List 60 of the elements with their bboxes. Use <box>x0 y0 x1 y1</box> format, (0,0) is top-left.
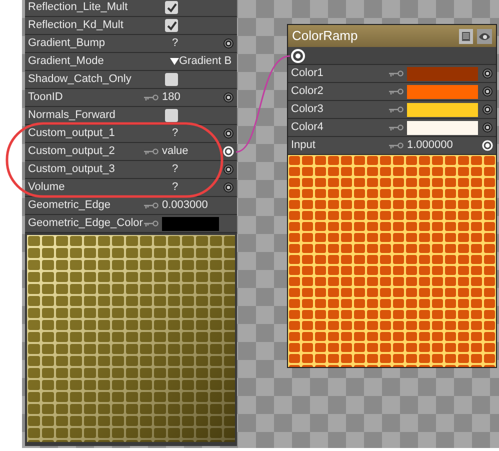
checkbox[interactable] <box>165 19 178 32</box>
property-label: Color3 <box>291 102 324 118</box>
checkbox[interactable] <box>165 109 178 122</box>
color-swatch[interactable] <box>407 120 478 134</box>
socket-icon[interactable] <box>482 122 493 133</box>
list-icon[interactable] <box>459 28 473 44</box>
key-icon[interactable] <box>143 220 159 227</box>
socket-icon[interactable] <box>223 128 234 139</box>
color-swatch[interactable] <box>407 84 478 98</box>
key-icon[interactable] <box>388 70 404 77</box>
property-value[interactable]: ? <box>172 161 178 178</box>
property-label: Color2 <box>291 84 324 100</box>
socket-icon[interactable] <box>223 38 234 49</box>
property-label: Volume <box>28 180 65 196</box>
property-value[interactable]: ? <box>172 179 178 196</box>
property-label: Input <box>291 138 316 154</box>
property-label: Custom_output_3 <box>28 162 115 178</box>
key-icon[interactable] <box>143 94 159 101</box>
property-label: Geometric_Edge <box>28 198 111 214</box>
key-icon[interactable] <box>388 88 404 95</box>
color-swatch[interactable] <box>407 102 478 116</box>
property-label: Custom_output_1 <box>28 126 115 142</box>
checkbox[interactable] <box>165 1 178 14</box>
property-label: Gradient_Mode <box>28 54 104 70</box>
property-value[interactable]: ? <box>172 35 178 52</box>
key-icon[interactable] <box>388 142 404 149</box>
checkbox[interactable] <box>165 73 178 86</box>
socket-icon[interactable] <box>482 104 493 115</box>
caret-icon[interactable] <box>170 58 179 65</box>
socket-icon[interactable] <box>482 68 493 79</box>
property-value[interactable]: ? <box>172 125 178 142</box>
key-icon[interactable] <box>143 148 159 155</box>
color-swatch[interactable] <box>407 66 478 80</box>
property-label: Normals_Forward <box>28 108 116 124</box>
property-label: Reflection_Kd_Mult <box>28 18 124 34</box>
node-title: ColorRamp <box>292 27 358 46</box>
output-socket-icon[interactable] <box>291 48 305 62</box>
eye-icon[interactable] <box>477 28 492 44</box>
key-icon[interactable] <box>388 106 404 113</box>
property-value[interactable]: value <box>162 143 188 160</box>
property-label: Shadow_Catch_Only <box>28 72 132 88</box>
dropdown[interactable]: Gradient B <box>170 53 232 70</box>
color-swatch[interactable] <box>162 216 219 230</box>
socket-icon[interactable] <box>482 86 493 97</box>
property-value[interactable]: 180 <box>162 89 180 106</box>
key-icon[interactable] <box>388 124 404 131</box>
property-label: ToonID <box>28 90 63 106</box>
property-label: Reflection_Lite_Mult <box>28 0 128 16</box>
property-label: Color4 <box>291 120 324 136</box>
property-label: Color1 <box>291 66 324 82</box>
property-value[interactable]: 0.003000 <box>162 197 208 214</box>
property-label: Geometric_Edge_Color <box>28 216 143 232</box>
key-icon[interactable] <box>143 202 159 209</box>
property-label: Gradient_Bump <box>28 36 106 52</box>
socket-icon[interactable] <box>223 92 234 103</box>
property-value[interactable]: 1.000000 <box>407 137 453 154</box>
socket-icon[interactable] <box>223 182 234 193</box>
checkmark-icon <box>166 20 178 31</box>
socket-icon[interactable] <box>223 164 234 175</box>
property-label: Custom_output_2 <box>28 144 115 160</box>
